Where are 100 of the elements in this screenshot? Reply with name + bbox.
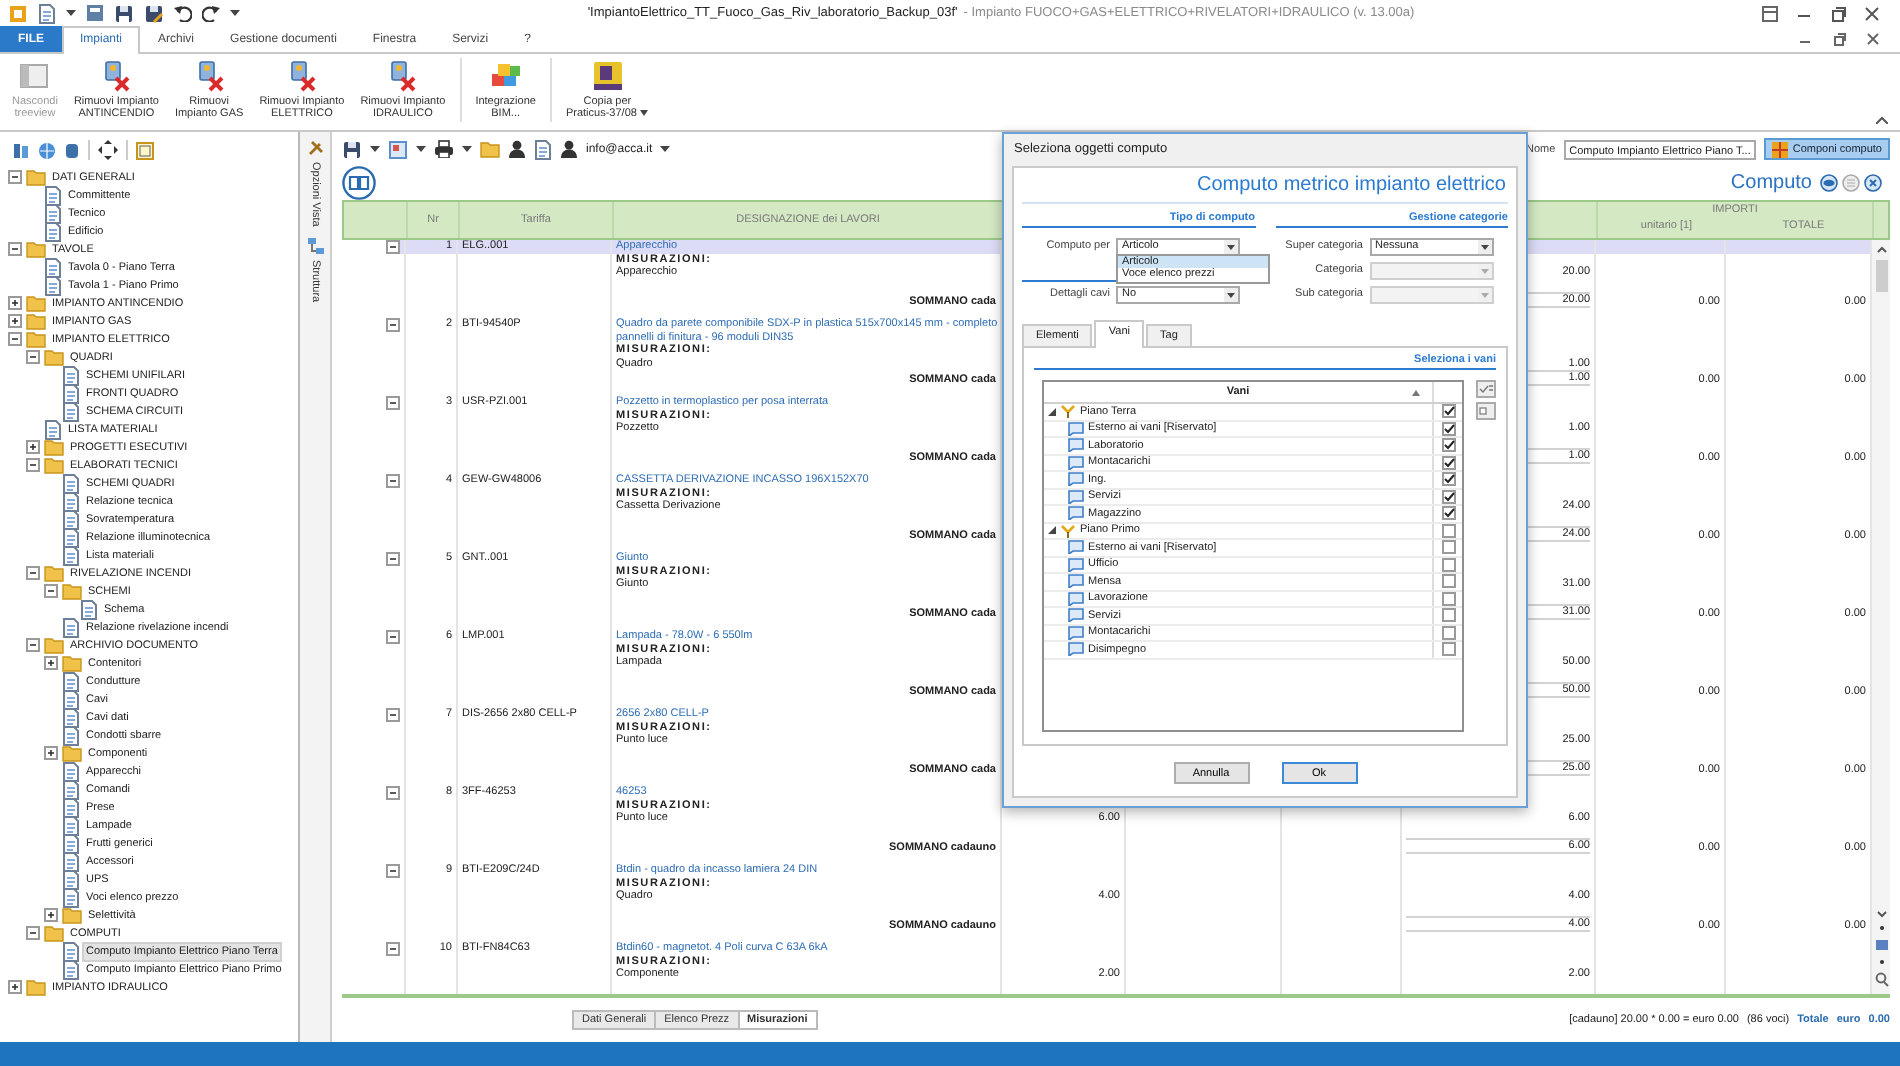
checkbox[interactable] (1441, 642, 1455, 657)
remove-icon (193, 60, 226, 92)
tree-toggle[interactable] (8, 296, 22, 310)
tile-icon (591, 60, 624, 92)
document-icon (62, 959, 80, 979)
undo-icon[interactable] (174, 4, 192, 22)
person-icon[interactable] (508, 140, 526, 159)
checkbox[interactable] (1441, 472, 1455, 487)
panel-icon (18, 60, 51, 92)
expand-arrow-icon[interactable] (1048, 407, 1056, 416)
tree-toggle[interactable] (26, 926, 40, 940)
tools-icon[interactable] (307, 140, 323, 156)
caret-icon[interactable] (462, 146, 472, 153)
checkbox[interactable] (1441, 591, 1455, 606)
person-icon[interactable] (560, 140, 578, 159)
close-icon[interactable] (1864, 5, 1880, 21)
checkbox[interactable] (1441, 506, 1455, 521)
save-icon[interactable] (114, 3, 134, 23)
tree-toggle[interactable] (26, 350, 40, 364)
tree-toggle[interactable] (26, 440, 40, 454)
document-icon (62, 473, 80, 493)
checkbox[interactable] (1441, 625, 1455, 640)
tree-toggle[interactable] (386, 630, 400, 645)
redo-icon[interactable] (202, 4, 220, 22)
hierarchy-icon[interactable] (307, 238, 323, 255)
tree-toggle[interactable] (386, 318, 400, 333)
tree-toggle[interactable] (26, 458, 40, 472)
tree-toggle[interactable] (8, 242, 22, 256)
cubes-icon (489, 60, 522, 92)
checkbox[interactable] (1441, 523, 1455, 538)
folder-icon (26, 978, 46, 996)
sheet-icon[interactable] (388, 139, 408, 160)
database-icon[interactable] (64, 141, 80, 159)
caret-icon[interactable] (66, 10, 76, 16)
scrollbar[interactable] (1872, 240, 1890, 995)
tree-toggle[interactable] (386, 942, 400, 957)
notebook-icon[interactable] (534, 139, 552, 160)
checkbox[interactable] (1441, 557, 1455, 572)
document-icon (62, 779, 80, 799)
caret-icon[interactable] (660, 146, 671, 153)
tree-toggle[interactable] (386, 240, 400, 255)
save-as-icon[interactable] (144, 3, 164, 23)
remove-icon (285, 60, 318, 92)
tree-toggle[interactable] (386, 786, 400, 801)
uncheck-all-icon[interactable] (1476, 402, 1496, 420)
eye-icon[interactable] (1820, 174, 1838, 193)
move-icon[interactable] (98, 140, 118, 160)
document-icon (62, 383, 80, 403)
tree-toggle[interactable] (8, 170, 22, 184)
checkbox[interactable] (1441, 404, 1455, 419)
tree-toggle[interactable] (386, 396, 400, 411)
tree-toggle[interactable] (26, 566, 40, 580)
caret-icon[interactable] (230, 10, 240, 16)
globe-icon[interactable] (38, 141, 56, 159)
document-icon (62, 707, 80, 727)
tree-toggle[interactable] (8, 332, 22, 346)
checkbox[interactable] (1441, 455, 1455, 470)
window-icon[interactable] (136, 141, 154, 159)
books-icon[interactable] (12, 141, 30, 159)
new-document-icon[interactable] (38, 3, 56, 23)
restore-icon[interactable] (1832, 32, 1846, 46)
check-all-icon[interactable] (1476, 380, 1496, 398)
document-icon (44, 185, 62, 205)
remove-icon (386, 60, 419, 92)
expand-arrow-icon[interactable] (1048, 526, 1056, 535)
tree-toggle[interactable] (44, 908, 58, 922)
tree-toggle[interactable] (386, 708, 400, 723)
tree-toggle[interactable] (44, 584, 58, 598)
tree-toggle[interactable] (8, 980, 22, 994)
save-icon[interactable] (342, 139, 362, 160)
book-icon[interactable] (342, 166, 376, 201)
caret-icon (640, 110, 649, 116)
dialog-heading: Computo metrico impianto elettrico (1022, 168, 1508, 204)
document-icon (62, 833, 80, 853)
collapse-ribbon-icon[interactable] (1876, 116, 1888, 124)
tree-toggle[interactable] (386, 474, 400, 489)
tree-toggle[interactable] (44, 656, 58, 670)
tree-toggle[interactable] (44, 746, 58, 760)
calculator-icon[interactable] (86, 4, 104, 22)
tree-toggle[interactable] (386, 864, 400, 879)
tree-toggle[interactable] (8, 314, 22, 328)
caret-icon[interactable] (370, 146, 380, 153)
checkbox[interactable] (1441, 540, 1455, 555)
document-icon (62, 941, 80, 961)
document-icon (44, 203, 62, 223)
document-icon (62, 761, 80, 781)
checkbox[interactable] (1441, 574, 1455, 589)
restore-icon[interactable] (1830, 5, 1846, 21)
tree-toggle[interactable] (26, 638, 40, 652)
checkbox[interactable] (1441, 489, 1455, 504)
close-icon[interactable] (1866, 32, 1880, 46)
tree-toggle[interactable] (386, 552, 400, 567)
caret-icon[interactable] (416, 146, 426, 153)
close-icon[interactable] (1864, 174, 1882, 193)
checkbox[interactable] (1441, 438, 1455, 453)
sort-icon[interactable] (1412, 390, 1420, 396)
document-icon (62, 527, 80, 547)
checkbox[interactable] (1441, 421, 1455, 436)
checkbox[interactable] (1441, 608, 1455, 623)
printer-icon[interactable] (434, 140, 454, 159)
